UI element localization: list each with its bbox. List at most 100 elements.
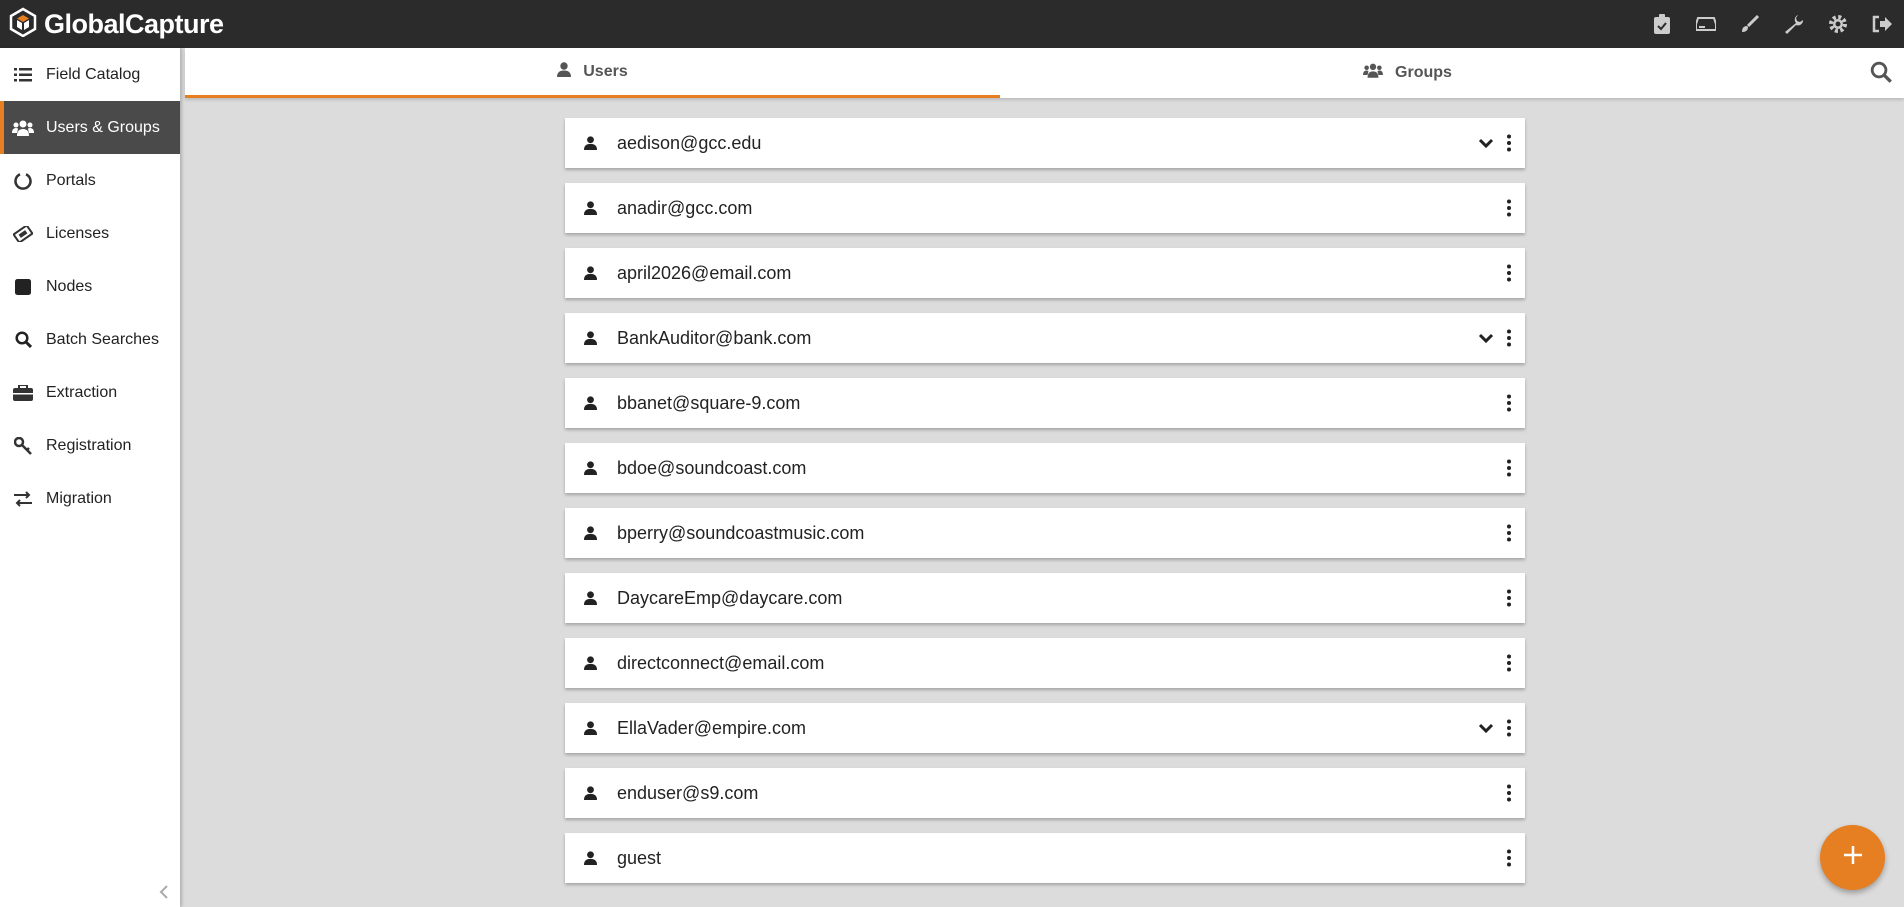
sidebar-item-label: Nodes [46,277,93,295]
more-options-icon[interactable] [1503,847,1515,869]
user-email: anadir@gcc.com [617,197,753,218]
users-icon [1363,63,1384,83]
sidebar-item-users-groups[interactable]: Users & Groups [0,101,180,154]
user-row[interactable]: EllaVader@empire.com [565,703,1525,753]
user-icon [584,331,604,345]
key-icon [12,435,34,457]
user-row[interactable]: bperry@soundcoastmusic.com [565,508,1525,558]
plus-icon [1842,844,1864,871]
user-email: bdoe@soundcoast.com [617,457,807,478]
user-icon [584,396,604,410]
sidebar-item-label: Registration [46,436,132,454]
user-email: directconnect@email.com [617,652,825,673]
user-icon [584,266,604,280]
user-icon [584,591,604,605]
user-icon [584,721,604,735]
user-email: EllaVader@empire.com [617,717,807,738]
user-row[interactable]: enduser@s9.com [565,768,1525,818]
wrench-icon[interactable] [1772,0,1816,48]
sidebar-item-migration[interactable]: Migration [0,472,180,525]
sidebar: Field Catalog Users & Groups Portals Lic… [0,48,180,907]
tab-groups-label: Groups [1395,64,1452,81]
more-options-icon[interactable] [1503,782,1515,804]
sidebar-item-label: Portals [46,171,96,189]
app-logo[interactable]: GlobalCapture [8,7,224,42]
chevron-down-icon[interactable] [1477,134,1495,152]
chevron-down-icon[interactable] [1477,719,1495,737]
square-icon [12,276,34,298]
sidebar-item-extraction[interactable]: Extraction [0,366,180,419]
sidebar-item-label: Field Catalog [46,65,141,83]
more-options-icon[interactable] [1503,197,1515,219]
user-row[interactable]: directconnect@email.com [565,638,1525,688]
sidebar-item-field-catalog[interactable]: Field Catalog [0,48,180,101]
more-options-icon[interactable] [1503,522,1515,544]
more-options-icon[interactable] [1503,652,1515,674]
more-options-icon[interactable] [1503,457,1515,479]
exchange-icon [12,488,34,510]
sidebar-item-registration[interactable]: Registration [0,419,180,472]
user-icon [584,656,604,670]
user-email: DaycareEmp@daycare.com [617,587,843,608]
sidebar-item-batch-searches[interactable]: Batch Searches [0,313,180,366]
user-icon [584,461,604,475]
user-email: aedison@gcc.edu [617,132,762,153]
users-icon [12,117,34,139]
more-options-icon[interactable] [1503,717,1515,739]
user-row[interactable]: guest [565,833,1525,883]
user-icon [584,786,604,800]
user-email: BankAuditor@bank.com [617,327,812,348]
more-options-icon[interactable] [1503,327,1515,349]
user-icon [584,526,604,540]
tab-users[interactable]: Users [185,48,1000,98]
sidebar-item-licenses[interactable]: Licenses [0,207,180,260]
search-icon[interactable] [1870,61,1894,85]
top-bar: GlobalCapture [0,0,1904,48]
brush-icon[interactable] [1728,0,1772,48]
user-row[interactable]: aedison@gcc.edu [565,118,1525,168]
user-email: april2026@email.com [617,262,792,283]
user-icon [557,61,572,82]
sidebar-item-label: Users & Groups [46,118,160,136]
search-icon [12,329,34,351]
sign-out-icon[interactable] [1860,0,1904,48]
user-row[interactable]: DaycareEmp@daycare.com [565,573,1525,623]
circle-notch-icon [12,170,34,192]
app-title: GlobalCapture [44,8,224,39]
more-options-icon[interactable] [1503,262,1515,284]
inbox-tray-icon[interactable] [1684,0,1728,48]
user-row[interactable]: bdoe@soundcoast.com [565,443,1525,493]
more-options-icon[interactable] [1503,132,1515,154]
user-email: enduser@s9.com [617,782,759,803]
user-row[interactable]: anadir@gcc.com [565,183,1525,233]
sidebar-item-nodes[interactable]: Nodes [0,260,180,313]
clipboard-check-icon[interactable] [1640,0,1684,48]
user-icon [584,136,604,150]
hexagon-cube-logo-icon [8,7,38,42]
user-row[interactable]: BankAuditor@bank.com [565,313,1525,363]
more-options-icon[interactable] [1503,587,1515,609]
user-list: aedison@gcc.edu anadir@gcc.com april2026@e… [565,118,1525,898]
chevron-down-icon[interactable] [1477,329,1495,347]
user-email: bbanet@square-9.com [617,392,801,413]
sidebar-item-label: Licenses [46,224,110,242]
list-icon [12,64,34,86]
sidebar-item-label: Extraction [46,383,118,401]
tab-groups[interactable]: Groups [1000,48,1815,98]
user-row[interactable]: bbanet@square-9.com [565,378,1525,428]
user-email: bperry@soundcoastmusic.com [617,522,865,543]
sidebar-item-label: Migration [46,489,112,507]
add-user-button[interactable] [1820,825,1885,890]
collapse-sidebar-chevron-left-icon[interactable] [155,883,173,901]
user-icon [584,851,604,865]
user-row[interactable]: april2026@email.com [565,248,1525,298]
ticket-icon [12,223,34,245]
tab-users-label: Users [583,62,628,80]
sidebar-item-label: Batch Searches [46,330,159,348]
tab-bar: Users Groups [185,48,1904,98]
user-email: guest [617,847,662,868]
sidebar-item-portals[interactable]: Portals [0,154,180,207]
gear-icon[interactable] [1816,0,1860,48]
user-icon [584,201,604,215]
more-options-icon[interactable] [1503,392,1515,414]
